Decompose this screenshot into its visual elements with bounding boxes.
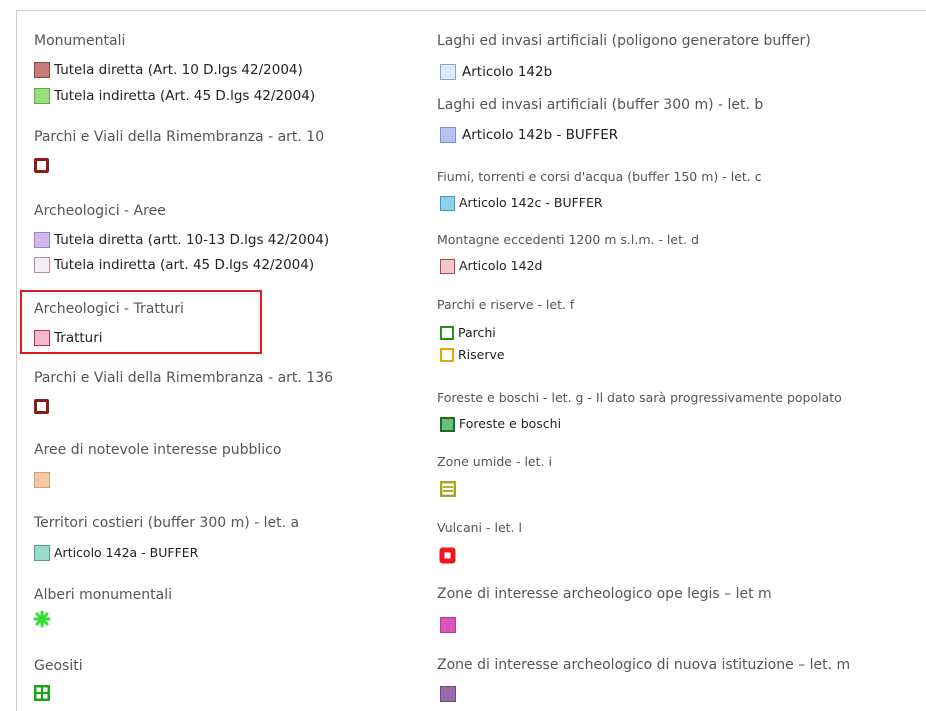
arch-diretta-swatch xyxy=(34,232,50,248)
panel-top-border xyxy=(16,10,926,11)
laghi-142b-label: Articolo 142b xyxy=(462,64,553,80)
parchi-viali-136-swatch xyxy=(34,399,49,414)
zone-arch-ope-swatch xyxy=(440,617,456,633)
parchi-viali-136-title: Parchi e Viali della Rimembranza - art. … xyxy=(34,370,334,386)
montagne-title: Montagne eccedenti 1200 m s.l.m. - let. … xyxy=(437,232,699,247)
arch-indiretta-swatch xyxy=(34,257,50,273)
costieri-swatch xyxy=(34,545,50,561)
parchi-riserve-title: Parchi e riserve - let. f xyxy=(437,297,575,312)
riserve-label: Riserve xyxy=(458,347,505,362)
parchi-swatch xyxy=(440,326,454,340)
zone-umide-title: Zone umide - let. i xyxy=(437,454,552,469)
monumentali-diretta-swatch xyxy=(34,62,50,78)
vulcani-title: Vulcani - let. l xyxy=(437,520,522,535)
tratturi-label: Tratturi xyxy=(54,330,103,346)
grid-square-icon xyxy=(34,685,50,701)
fiumi-title: Fiumi, torrenti e corsi d'acqua (buffer … xyxy=(437,169,762,184)
riserve-swatch xyxy=(440,348,454,362)
fiumi-label: Articolo 142c - BUFFER xyxy=(459,195,603,210)
zone-arch-nuova-title: Zone di interesse archeologico di nuova … xyxy=(437,657,851,673)
monumentali-diretta-label: Tutela diretta (Art. 10 D.lgs 42/2004) xyxy=(54,62,303,78)
parchi-label: Parchi xyxy=(458,325,496,340)
geositi-title: Geositi xyxy=(34,658,83,674)
monumentali-title: Monumentali xyxy=(34,33,126,49)
laghi-buffer-swatch xyxy=(440,127,456,143)
arch-indiretta-label: Tutela indiretta (art. 45 D.lgs 42/2004) xyxy=(54,257,315,273)
zone-arch-ope-title: Zone di interesse archeologico ope legis… xyxy=(437,586,772,602)
zone-arch-nuova-swatch xyxy=(440,686,456,702)
arch-diretta-label: Tutela diretta (artt. 10-13 D.lgs 42/200… xyxy=(54,232,330,248)
archeologici-tratturi-title: Archeologici - Tratturi xyxy=(34,301,184,317)
foreste-swatch xyxy=(440,417,455,432)
aree-notevole-swatch xyxy=(34,472,50,488)
monumentali-indiretta-label: Tutela indiretta (Art. 45 D.lgs 42/2004) xyxy=(54,88,316,104)
parchi-viali-10-swatch xyxy=(34,158,49,173)
laghi-title: Laghi ed invasi artificiali (poligono ge… xyxy=(437,33,811,49)
parchi-viali-10-title: Parchi e Viali della Rimembranza - art. … xyxy=(34,129,325,145)
filled-dot-square-icon xyxy=(439,547,456,564)
laghi-buffer-label: Articolo 142b - BUFFER xyxy=(462,127,619,143)
fiumi-swatch xyxy=(440,196,455,211)
asterisk-icon xyxy=(33,610,51,628)
montagne-label: Articolo 142d xyxy=(459,258,543,273)
panel-left-border xyxy=(16,10,17,711)
tratturi-swatch xyxy=(34,330,50,346)
aree-notevole-title: Aree di notevole interesse pubblico xyxy=(34,442,282,458)
monumentali-indiretta-swatch xyxy=(34,88,50,104)
laghi-buffer-title: Laghi ed invasi artificiali (buffer 300 … xyxy=(437,97,764,113)
costieri-label: Articolo 142a - BUFFER xyxy=(54,545,199,560)
alberi-title: Alberi monumentali xyxy=(34,587,172,603)
laghi-142b-swatch xyxy=(440,64,456,80)
montagne-swatch xyxy=(440,259,455,274)
striped-square-icon xyxy=(440,481,457,498)
archeologici-aree-title: Archeologici - Aree xyxy=(34,203,166,219)
foreste-title: Foreste e boschi - let. g - Il dato sarà… xyxy=(437,390,842,405)
foreste-label: Foreste e boschi xyxy=(459,416,562,431)
territori-costieri-title: Territori costieri (buffer 300 m) - let.… xyxy=(34,515,300,531)
